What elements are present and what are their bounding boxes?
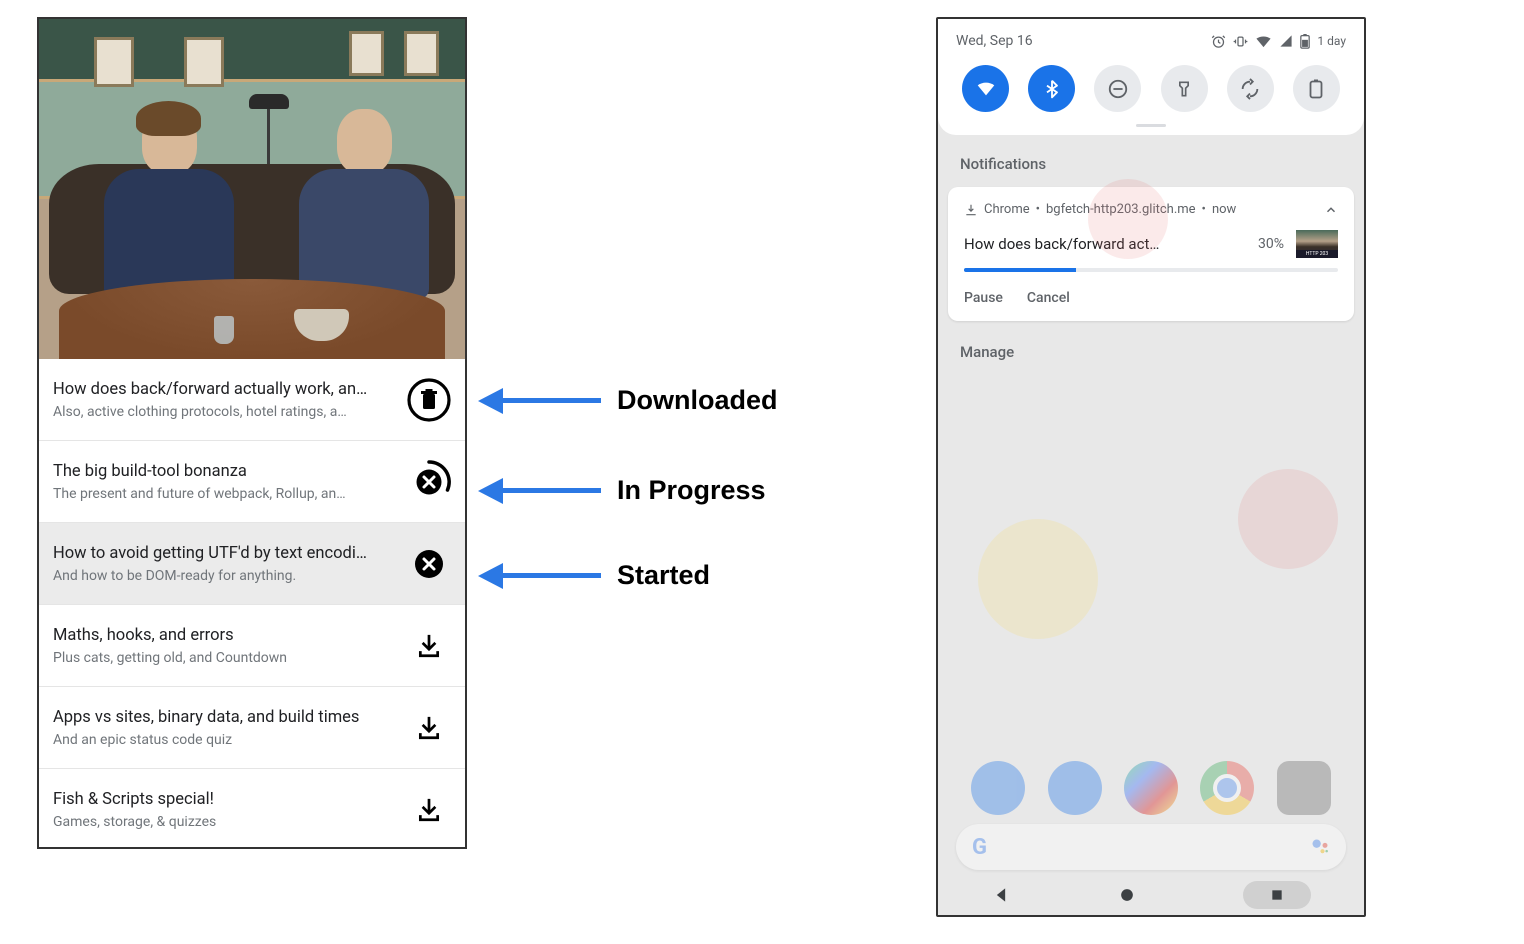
google-logo-icon: G — [972, 835, 987, 860]
battery-saver-toggle[interactable] — [1293, 65, 1340, 112]
episode-title: Maths, hooks, and errors — [53, 626, 397, 645]
manage-notifications-button[interactable]: Manage — [938, 321, 1364, 383]
android-notification-screenshot: Wed, Sep 16 1 day — [936, 17, 1366, 917]
status-icons: 1 day — [1211, 34, 1346, 49]
alarm-icon — [1211, 34, 1226, 49]
cancel-progress-button[interactable] — [407, 460, 451, 504]
annotation-label: In Progress — [617, 475, 766, 506]
episode-item[interactable]: Maths, hooks, and errors Plus cats, gett… — [39, 605, 465, 687]
notification-percent: 30% — [1258, 236, 1284, 252]
rotation-toggle[interactable] — [1227, 65, 1274, 112]
home-nav-icon[interactable] — [1117, 885, 1137, 905]
battery-icon — [1309, 79, 1323, 99]
episode-subtitle: Games, storage, & quizzes — [53, 814, 397, 830]
drag-handle[interactable] — [1136, 124, 1166, 127]
flashlight-toggle[interactable] — [1161, 65, 1208, 112]
episode-title: How to avoid getting UTF'd by text encod… — [53, 544, 397, 563]
annotation-label: Downloaded — [617, 385, 778, 416]
episode-list: How does back/forward actually work, an…… — [39, 359, 465, 849]
quick-settings-toggles — [956, 63, 1346, 114]
progress-fill — [964, 268, 1076, 272]
vibrate-icon — [1233, 34, 1248, 49]
notification-time: now — [1212, 202, 1236, 217]
download-icon — [416, 715, 442, 741]
episode-item[interactable]: The big build-tool bonanza The present a… — [39, 441, 465, 523]
hero-image — [39, 19, 465, 359]
notification-app-name: Chrome — [984, 202, 1030, 217]
annotation-downloaded: Downloaded — [478, 385, 778, 416]
pause-button[interactable]: Pause — [964, 290, 1003, 306]
episode-title: How does back/forward actually work, an… — [53, 380, 397, 399]
delete-download-button[interactable] — [407, 378, 451, 422]
back-nav-icon[interactable] — [991, 885, 1011, 905]
podcast-app-screenshot: How does back/forward actually work, an…… — [37, 17, 467, 849]
progress-bar — [964, 268, 1338, 272]
arrow-icon — [478, 563, 503, 589]
arrow-icon — [478, 478, 503, 504]
arrow-icon — [478, 388, 503, 414]
download-icon — [416, 633, 442, 659]
wifi-toggle[interactable] — [962, 65, 1009, 112]
cancel-button[interactable]: Cancel — [1027, 290, 1070, 306]
battery-text: 1 day — [1317, 34, 1346, 48]
flashlight-icon — [1174, 79, 1194, 99]
download-icon — [416, 797, 442, 823]
chrome-app-icon — [1200, 761, 1254, 815]
episode-item[interactable]: How to avoid getting UTF'd by text encod… — [39, 523, 465, 605]
notifications-header: Notifications — [938, 135, 1364, 187]
episode-subtitle: Plus cats, getting old, and Countdown — [53, 650, 397, 666]
search-bar: G — [956, 824, 1346, 870]
dnd-toggle[interactable] — [1094, 65, 1141, 112]
do-not-disturb-icon — [1107, 78, 1129, 100]
download-button[interactable] — [407, 788, 451, 832]
episode-item[interactable]: Fish & Scripts special! Games, storage, … — [39, 769, 465, 849]
battery-icon — [1300, 34, 1310, 49]
episode-item[interactable]: Apps vs sites, binary data, and build ti… — [39, 687, 465, 769]
notification-thumbnail — [1296, 230, 1338, 258]
chevron-up-icon[interactable] — [1324, 203, 1338, 217]
play-store-icon — [1124, 761, 1178, 815]
phone-app-icon — [971, 761, 1025, 815]
episode-item[interactable]: How does back/forward actually work, an…… — [39, 359, 465, 441]
episode-subtitle: Also, active clothing protocols, hotel r… — [53, 404, 397, 420]
status-date: Wed, Sep 16 — [956, 33, 1033, 49]
home-dock — [938, 761, 1364, 815]
recents-nav-button[interactable] — [1243, 881, 1311, 909]
trash-in-circle-icon — [407, 378, 451, 422]
assistant-icon — [1310, 837, 1330, 857]
wifi-icon — [975, 78, 997, 100]
cancel-download-button[interactable] — [407, 542, 451, 586]
cancel-icon — [414, 549, 444, 579]
cellular-icon — [1279, 34, 1293, 48]
download-button[interactable] — [407, 624, 451, 668]
annotation-in-progress: In Progress — [478, 475, 766, 506]
episode-title: The big build-tool bonanza — [53, 462, 397, 481]
recents-nav-icon — [1269, 887, 1285, 903]
episode-title: Fish & Scripts special! — [53, 790, 397, 809]
quick-settings-panel: Wed, Sep 16 1 day — [938, 19, 1364, 135]
auto-rotate-icon — [1239, 78, 1261, 100]
episode-subtitle: And how to be DOM-ready for anything. — [53, 568, 397, 584]
episode-subtitle: And an epic status code quiz — [53, 732, 397, 748]
progress-cancel-icon — [407, 460, 451, 504]
nav-bar — [938, 875, 1364, 915]
bluetooth-toggle[interactable] — [1028, 65, 1075, 112]
download-small-icon — [964, 203, 978, 217]
wifi-icon — [1255, 34, 1272, 49]
annotation-started: Started — [478, 560, 710, 591]
download-button[interactable] — [407, 706, 451, 750]
annotation-label: Started — [617, 560, 710, 591]
episode-subtitle: The present and future of webpack, Rollu… — [53, 486, 397, 502]
bluetooth-icon — [1042, 79, 1062, 99]
camera-app-icon — [1277, 761, 1331, 815]
messages-app-icon — [1048, 761, 1102, 815]
episode-title: Apps vs sites, binary data, and build ti… — [53, 708, 397, 727]
